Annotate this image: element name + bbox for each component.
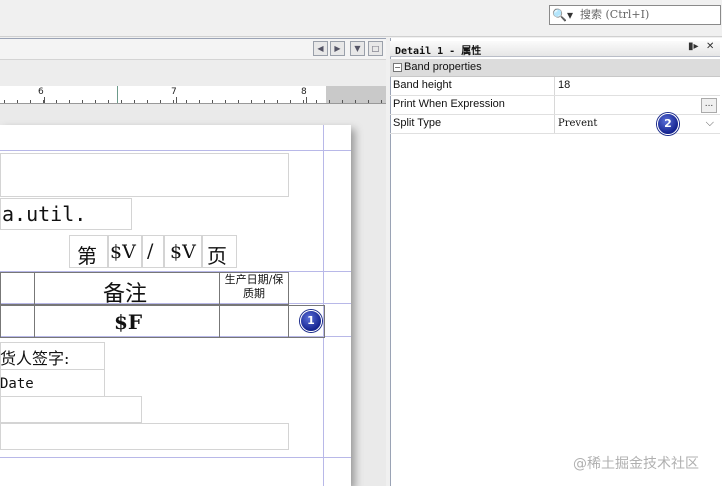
detail-cell[interactable] <box>0 305 35 338</box>
search-placeholder: 搜索 (Ctrl+I) <box>580 8 650 21</box>
ruler-minor-tick <box>381 100 382 103</box>
property-row-print-when-expression[interactable]: Print When Expression ... <box>390 96 720 115</box>
page-label-suffix: 页 <box>207 244 227 268</box>
marker-badge-1: 1 <box>300 310 322 332</box>
ruler-minor-tick <box>316 100 317 103</box>
ruler-minor-tick <box>147 100 148 103</box>
ruler-minor-tick <box>355 100 356 103</box>
column-divider <box>554 115 555 133</box>
text-field[interactable] <box>0 423 289 450</box>
guide-line-horizontal <box>0 150 351 151</box>
ruler-minor-tick <box>17 100 18 103</box>
page-var2: $V <box>170 241 196 263</box>
column-divider <box>554 77 555 95</box>
property-key: Print When Expression <box>393 98 505 110</box>
ruler-label-6: 6 <box>38 87 44 97</box>
detail-cell[interactable] <box>219 305 289 338</box>
editor-toolbar <box>0 38 386 60</box>
property-key: Band height <box>393 79 452 91</box>
category-label: Band properties <box>404 61 482 73</box>
ellipsis-button[interactable]: ... <box>701 98 717 113</box>
ruler-margin-marker[interactable] <box>117 86 118 103</box>
ruler-minor-tick <box>303 100 304 103</box>
ruler-minor-tick <box>108 100 109 103</box>
ruler-minor-tick <box>225 100 226 103</box>
band-height-value[interactable]: 18 <box>558 79 570 91</box>
shipper-signature: 货人签字: <box>0 349 70 368</box>
ruler-minor-tick <box>134 100 135 103</box>
properties-title-bar: Detail 1 - 属性 ▮▸ ✕ <box>390 41 720 57</box>
ruler-tick <box>306 97 307 103</box>
report-page: a.util. 第 $V / $V 页 备注 生产日期/保质期 $F 1 货人签… <box>0 125 351 486</box>
text-field[interactable] <box>0 153 289 197</box>
ruler-minor-tick <box>212 100 213 103</box>
ruler-minor-tick <box>368 100 369 103</box>
header-remark: 备注 <box>103 282 148 307</box>
ruler-minor-tick <box>121 100 122 103</box>
ruler-label-7: 7 <box>171 87 177 97</box>
ruler-minor-tick <box>173 100 174 103</box>
ruler-minor-tick <box>238 100 239 103</box>
marker-badge-2: 2 <box>657 113 679 135</box>
guide-line-horizontal <box>0 457 351 458</box>
dropdown-icon[interactable]: ▼ <box>350 41 365 56</box>
ruler-minor-tick <box>56 100 57 103</box>
ruler-minor-tick <box>342 100 343 103</box>
nav-right-icon[interactable]: ▶ <box>330 41 345 56</box>
ruler-minor-tick <box>43 100 44 103</box>
page-label-prefix: 第 <box>77 244 97 268</box>
ruler-minor-tick <box>4 100 5 103</box>
ruler-minor-tick <box>69 100 70 103</box>
ruler-minor-tick <box>199 100 200 103</box>
ruler-tick <box>176 97 177 103</box>
page-slash: / <box>147 240 154 262</box>
ruler-tick <box>44 97 45 103</box>
search-icon[interactable]: 🔍▾ <box>552 7 576 23</box>
pin-icon[interactable]: ▮▸ <box>688 41 699 52</box>
nav-left-icon[interactable]: ◀ <box>313 41 328 56</box>
category-band-properties[interactable]: − Band properties <box>390 59 720 77</box>
text-field[interactable] <box>0 396 142 423</box>
split-type-value[interactable]: Prevent <box>558 118 597 129</box>
property-row-split-type[interactable]: Split Type Prevent ⌵ 2 <box>390 113 720 135</box>
property-key: Split Type <box>393 117 442 129</box>
search-box[interactable]: 🔍▾ 搜索 (Ctrl+I) <box>549 5 721 25</box>
ruler-minor-tick <box>160 100 161 103</box>
ruler-label-8: 8 <box>301 87 307 97</box>
ruler-minor-tick <box>186 100 187 103</box>
close-icon[interactable]: ✕ <box>706 41 714 52</box>
collapse-icon[interactable]: − <box>393 63 402 72</box>
ruler-minor-tick <box>30 100 31 103</box>
page-var1: $V <box>110 241 136 263</box>
ruler-margin-shade <box>326 86 386 103</box>
horizontal-ruler: 6 7 8 <box>0 86 386 104</box>
property-row-band-height[interactable]: Band height 18 <box>390 77 720 96</box>
column-divider <box>554 96 555 114</box>
chevron-down-icon[interactable]: ⌵ <box>706 116 714 130</box>
ruler-minor-tick <box>329 100 330 103</box>
ruler-minor-tick <box>264 100 265 103</box>
watermark: @稀土掘金技术社区 <box>573 456 699 472</box>
ruler-minor-tick <box>290 100 291 103</box>
table-header-cell[interactable] <box>0 272 35 305</box>
date-label: Date <box>0 376 34 392</box>
ruler-minor-tick <box>277 100 278 103</box>
ruler-minor-tick <box>251 100 252 103</box>
maximize-icon[interactable]: □ <box>368 41 383 56</box>
ruler-minor-tick <box>82 100 83 103</box>
field-f: $F <box>114 310 143 334</box>
properties-title: Detail 1 - 属性 <box>395 46 482 57</box>
header-production-date: 生产日期/保质期 <box>224 273 284 300</box>
util-text: a.util. <box>2 202 87 226</box>
ruler-minor-tick <box>95 100 96 103</box>
